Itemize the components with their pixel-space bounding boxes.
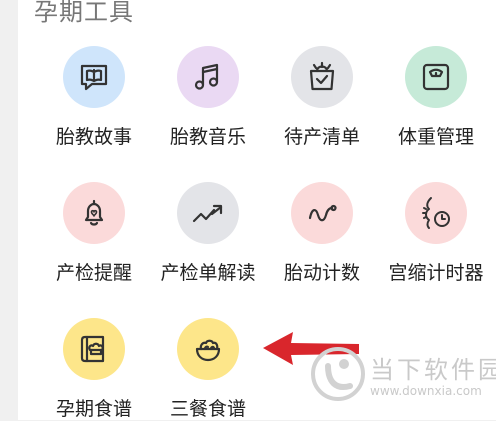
tool-label: 胎教音乐: [169, 126, 246, 148]
watermark-url: www.downxia.com: [370, 384, 482, 398]
tool-weight-management[interactable]: 体重管理: [376, 46, 496, 149]
tool-label: 胎教故事: [55, 126, 132, 148]
watermark-logo-icon: [311, 347, 365, 401]
tool-three-meals-recipes[interactable]: 三餐食谱: [148, 318, 268, 421]
tool-pregnancy-recipes[interactable]: 孕期食谱: [34, 318, 154, 421]
tool-label: 宫缩计时器: [388, 262, 484, 284]
fetal-movement-icon: [291, 182, 353, 244]
tool-label: 待产清单: [283, 126, 360, 148]
contraction-timer-icon: [405, 182, 467, 244]
shopping-bag-icon: [291, 46, 353, 108]
bell-icon: [63, 182, 125, 244]
watermark-name: 当下软件园: [370, 356, 496, 384]
tool-prenatal-music[interactable]: 胎教音乐: [148, 46, 268, 149]
tool-contraction-timer[interactable]: 宫缩计时器: [376, 182, 496, 285]
tool-fetal-movement-count[interactable]: 胎动计数: [262, 182, 382, 285]
tool-label: 产检提醒: [55, 262, 132, 284]
tool-report-interpretation[interactable]: 产检单解读: [148, 182, 268, 285]
tool-label: 三餐食谱: [169, 398, 246, 420]
trend-up-icon: [177, 182, 239, 244]
book-chat-icon: [63, 46, 125, 108]
section-title: 孕期工具: [34, 0, 134, 26]
tool-label: 孕期食谱: [55, 398, 132, 420]
tool-label: 体重管理: [397, 126, 474, 148]
tool-label: 胎动计数: [283, 262, 360, 284]
tool-hospital-bag-checklist[interactable]: 待产清单: [262, 46, 382, 149]
tool-checkup-reminder[interactable]: 产检提醒: [34, 182, 154, 285]
tool-label: 产检单解读: [160, 262, 256, 284]
food-bowl-icon: [177, 318, 239, 380]
recipe-book-icon: [63, 318, 125, 380]
music-note-icon: [177, 46, 239, 108]
watermark: 当下软件园 www.downxia.com: [308, 338, 496, 418]
tool-prenatal-stories[interactable]: 胎教故事: [34, 46, 154, 149]
scale-icon: [405, 46, 467, 108]
